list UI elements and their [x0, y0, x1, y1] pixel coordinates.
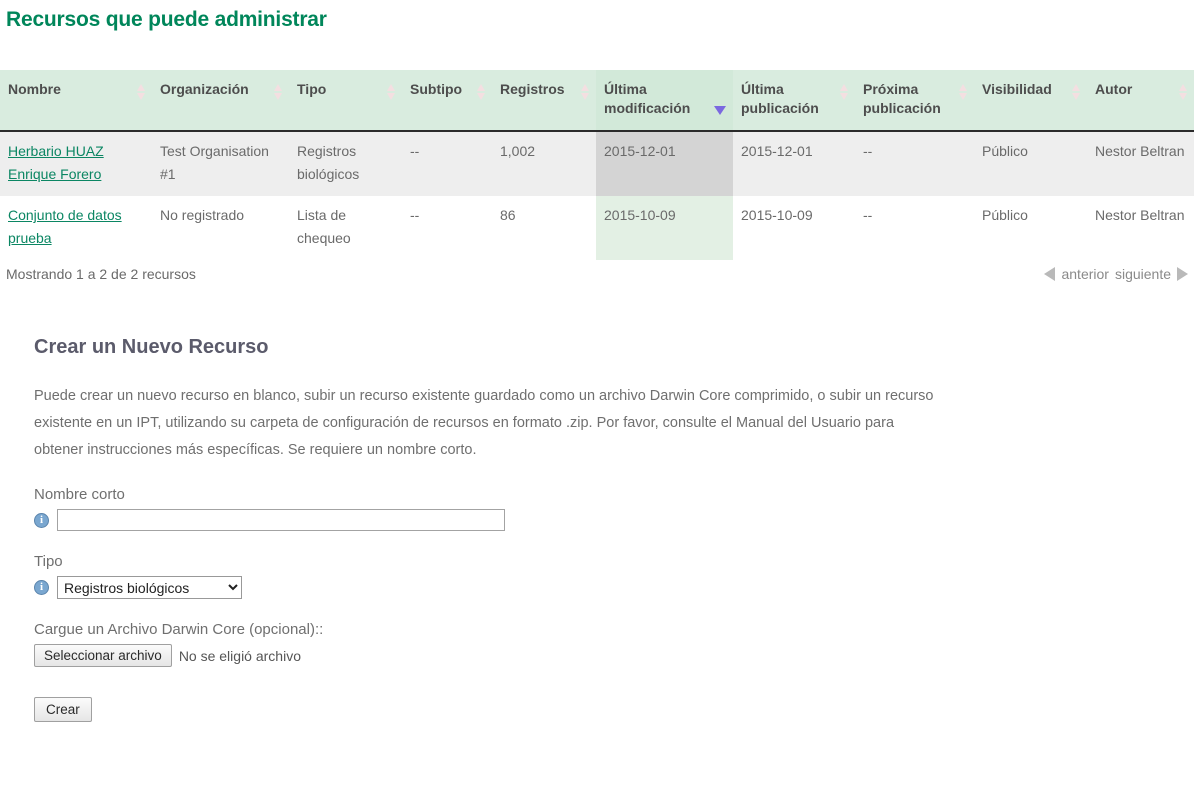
table-footer: Mostrando 1 a 2 de 2 recursos anterior s…: [0, 262, 1194, 292]
next-page-button[interactable]: siguiente: [1115, 266, 1171, 282]
cell-visibilidad: Público: [974, 131, 1087, 196]
cell-ultima-publicacion: 2015-12-01: [733, 131, 855, 196]
column-header-label: Subtipo: [410, 81, 462, 97]
column-header-subtipo[interactable]: Subtipo: [402, 70, 492, 131]
shortname-label: Nombre corto: [34, 486, 1194, 503]
create-button[interactable]: Crear: [34, 697, 92, 722]
column-header-label: Última modificación: [604, 81, 690, 116]
create-resource-heading: Crear un Nuevo Recurso: [34, 336, 1194, 359]
column-header-label: Próxima publicación: [863, 81, 941, 116]
sort-arrows-icon[interactable]: [1072, 84, 1081, 101]
cell-ultima-modificacion: 2015-10-09: [596, 196, 733, 260]
create-resource-description: Puede crear un nuevo recurso en blanco, …: [34, 383, 934, 464]
table-header-row: Nombre Organización Tipo Subtipo Registr…: [0, 70, 1194, 131]
cell-subtipo: --: [402, 196, 492, 260]
cell-autor: Nestor Beltran: [1087, 131, 1194, 196]
column-header-label: Última publicación: [741, 81, 819, 116]
cell-registros: 1,002: [492, 131, 596, 196]
info-icon[interactable]: i: [34, 513, 49, 528]
info-icon[interactable]: i: [34, 580, 49, 595]
cell-registros: 86: [492, 196, 596, 260]
resources-table: Nombre Organización Tipo Subtipo Registr…: [0, 70, 1194, 260]
cell-visibilidad: Público: [974, 196, 1087, 260]
resource-link[interactable]: Herbario HUAZ Enrique Forero: [8, 143, 104, 182]
pagination: anterior siguiente: [1044, 266, 1188, 282]
type-label: Tipo: [34, 553, 1194, 570]
cell-organizacion: No registrado: [152, 196, 289, 260]
choose-file-button[interactable]: Seleccionar archivo: [34, 644, 172, 667]
table-row[interactable]: Conjunto de datos prueba No registrado L…: [0, 196, 1194, 260]
shortname-input[interactable]: [57, 509, 505, 531]
sort-arrows-icon[interactable]: [137, 84, 146, 101]
create-resource-section: Crear un Nuevo Recurso Puede crear un nu…: [0, 336, 1194, 722]
resource-link[interactable]: Conjunto de datos prueba: [8, 207, 122, 246]
file-upload-row: Seleccionar archivo No se eligió archivo: [34, 644, 1194, 667]
column-header-label: Registros: [500, 81, 565, 97]
previous-arrow-icon[interactable]: [1044, 267, 1055, 281]
column-header-ultima-modificacion[interactable]: Última modificación: [596, 70, 733, 131]
cell-proxima-publicacion: --: [855, 196, 974, 260]
column-header-ultima-publicacion[interactable]: Última publicación: [733, 70, 855, 131]
sort-arrows-icon[interactable]: [959, 84, 968, 101]
column-header-tipo[interactable]: Tipo: [289, 70, 402, 131]
cell-proxima-publicacion: --: [855, 131, 974, 196]
cell-subtipo: --: [402, 131, 492, 196]
upload-label: Cargue un Archivo Darwin Core (opcional)…: [34, 621, 1194, 638]
column-header-label: Tipo: [297, 81, 326, 97]
column-header-proxima-publicacion[interactable]: Próxima publicación: [855, 70, 974, 131]
column-header-autor[interactable]: Autor: [1087, 70, 1194, 131]
type-field-row: i Registros biológicosLista de chequeoMe…: [34, 576, 1194, 599]
column-header-label: Organización: [160, 81, 249, 97]
cell-tipo: Registros biológicos: [289, 131, 402, 196]
page-title: Recursos que puede administrar: [0, 0, 1194, 32]
previous-page-button[interactable]: anterior: [1061, 266, 1108, 282]
column-header-label: Visibilidad: [982, 81, 1052, 97]
sort-arrows-icon[interactable]: [387, 84, 396, 101]
sort-arrows-icon[interactable]: [1179, 84, 1188, 101]
cell-organizacion: Test Organisation #1: [152, 131, 289, 196]
type-select[interactable]: Registros biológicosLista de chequeoMeta…: [57, 576, 242, 599]
sort-arrows-icon[interactable]: [477, 84, 486, 101]
column-header-visibilidad[interactable]: Visibilidad: [974, 70, 1087, 131]
cell-autor: Nestor Beltran: [1087, 196, 1194, 260]
cell-ultima-modificacion: 2015-12-01: [596, 131, 733, 196]
column-header-nombre[interactable]: Nombre: [0, 70, 152, 131]
showing-count: Mostrando 1 a 2 de 2 recursos: [6, 266, 196, 282]
cell-nombre: Conjunto de datos prueba: [0, 196, 152, 260]
column-header-registros[interactable]: Registros: [492, 70, 596, 131]
sort-arrows-icon[interactable]: [581, 84, 590, 101]
cell-ultima-publicacion: 2015-10-09: [733, 196, 855, 260]
table-row[interactable]: Herbario HUAZ Enrique Forero Test Organi…: [0, 131, 1194, 196]
sort-arrows-icon[interactable]: [840, 84, 849, 101]
shortname-field-row: i: [34, 509, 1194, 531]
sort-arrows-icon[interactable]: [274, 84, 283, 101]
cell-tipo: Lista de chequeo: [289, 196, 402, 260]
column-header-organizacion[interactable]: Organización: [152, 70, 289, 131]
cell-nombre: Herbario HUAZ Enrique Forero: [0, 131, 152, 196]
resources-table-zone: Filtro: Nombre Organización Tipo: [0, 70, 1194, 292]
column-header-label: Nombre: [8, 81, 61, 97]
column-header-label: Autor: [1095, 81, 1132, 97]
file-status-text: No se eligió archivo: [179, 648, 301, 664]
next-arrow-icon[interactable]: [1177, 267, 1188, 281]
sort-descending-icon[interactable]: [714, 106, 726, 115]
